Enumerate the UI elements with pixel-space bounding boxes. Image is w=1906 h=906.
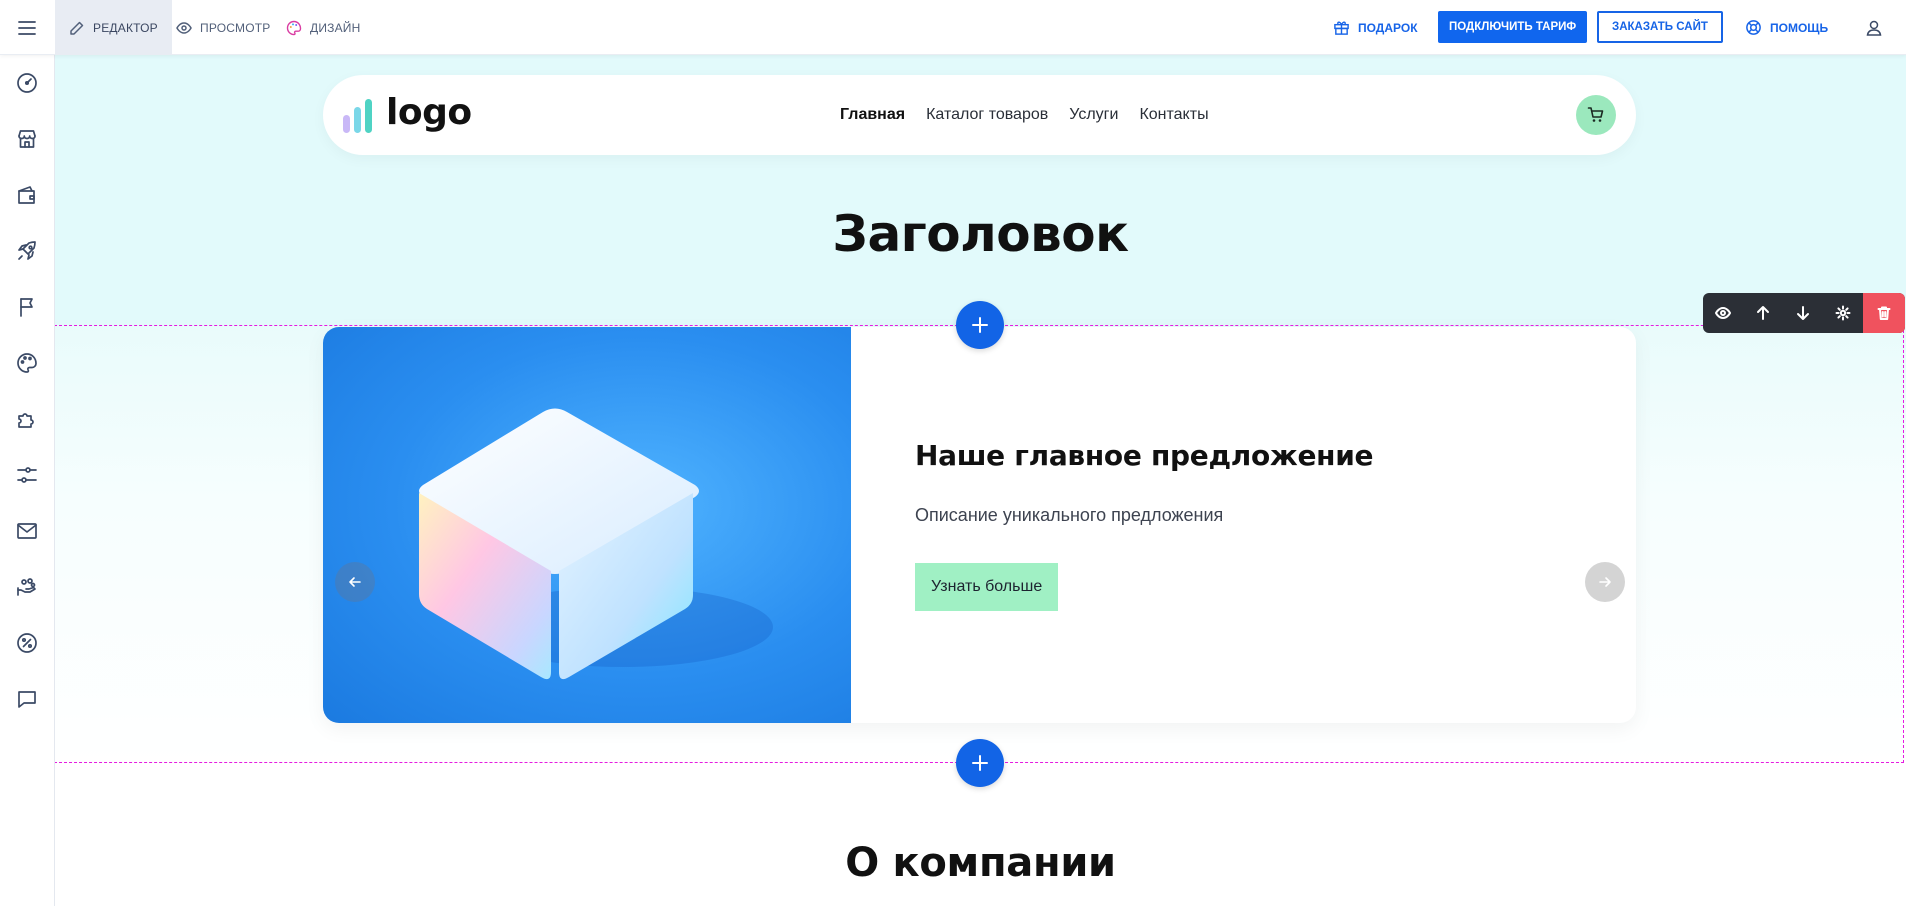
eye-icon xyxy=(176,21,192,34)
tab-preview-label: ПРОСМОТР xyxy=(200,20,271,35)
left-sidebar xyxy=(0,55,55,906)
trash-icon xyxy=(1877,306,1891,320)
sidebar-item-promotion[interactable] xyxy=(13,237,41,265)
dashboard-icon xyxy=(17,73,37,93)
site-header: logo Главная Каталог товаров Услуги Конт… xyxy=(323,75,1636,155)
tab-editor-label: РЕДАКТОР xyxy=(93,20,158,35)
plus-icon xyxy=(972,317,988,333)
hamburger-menu-button[interactable] xyxy=(0,0,54,55)
chat-icon xyxy=(18,691,36,708)
user-icon xyxy=(1866,20,1882,36)
slide-title[interactable]: Наше главное предложение xyxy=(915,439,1374,472)
logo-text: logo xyxy=(386,92,472,133)
sidebar-item-loyalty[interactable] xyxy=(13,573,41,601)
slider-card: Наше главное предложение Описание уникал… xyxy=(323,327,1636,723)
sidebar-item-wallet[interactable] xyxy=(13,181,41,209)
tab-design[interactable]: ДИЗАЙН xyxy=(272,0,375,55)
arrow-left-icon xyxy=(349,577,361,587)
account-button[interactable] xyxy=(1854,0,1894,55)
help-label: ПОМОЩЬ xyxy=(1770,20,1829,35)
cube-illustration xyxy=(419,408,773,680)
add-block-below-button[interactable] xyxy=(956,739,1004,787)
block-toolbar xyxy=(1703,293,1905,333)
puzzle-icon xyxy=(18,413,34,428)
plus-icon xyxy=(972,755,988,771)
slide-image[interactable] xyxy=(323,327,851,723)
connect-tariff-button[interactable]: ПОДКЛЮЧИТЬ ТАРИФ xyxy=(1438,11,1588,43)
gift-icon xyxy=(1334,21,1349,35)
editor-canvas: logo Главная Каталог товаров Услуги Конт… xyxy=(55,55,1906,906)
sidebar-item-chat[interactable] xyxy=(13,685,41,713)
sidebar-item-goals[interactable] xyxy=(13,293,41,321)
site-logo[interactable]: logo xyxy=(343,93,472,133)
tab-editor[interactable]: РЕДАКТОР xyxy=(55,0,172,55)
sidebar-item-mail[interactable] xyxy=(13,517,41,545)
slider-prev-button[interactable] xyxy=(335,562,375,602)
block-settings-button[interactable] xyxy=(1823,293,1863,333)
delete-block-button[interactable] xyxy=(1863,293,1905,333)
palette-icon xyxy=(286,20,302,35)
wallet-icon xyxy=(18,186,35,204)
sidebar-item-settings[interactable] xyxy=(13,461,41,489)
loyalty-icon xyxy=(17,578,36,596)
site-nav: Главная Каталог товаров Услуги Контакты xyxy=(840,75,1209,155)
move-up-button[interactable] xyxy=(1743,293,1783,333)
lifebuoy-icon xyxy=(1746,20,1761,35)
nav-item-services[interactable]: Услуги xyxy=(1069,106,1118,124)
hero-title[interactable]: Заголовок xyxy=(55,205,1906,263)
flag-icon xyxy=(20,298,33,317)
pencil-icon xyxy=(70,21,84,35)
sidebar-item-discounts[interactable] xyxy=(13,629,41,657)
rocket-icon xyxy=(18,241,36,260)
nav-item-contacts[interactable]: Контакты xyxy=(1139,106,1208,124)
gift-label: ПОДАРОК xyxy=(1358,20,1418,35)
sidebar-item-dashboard[interactable] xyxy=(13,69,41,97)
sidebar-item-design[interactable] xyxy=(13,349,41,377)
eye-icon xyxy=(1715,307,1731,319)
arrow-up-icon xyxy=(1757,306,1769,320)
mail-icon xyxy=(17,523,37,539)
learn-more-button[interactable]: Узнать больше xyxy=(915,563,1059,611)
arrow-down-icon xyxy=(1797,306,1809,320)
percent-icon xyxy=(17,633,37,653)
logo-mark-icon xyxy=(343,99,372,133)
add-block-above-button[interactable] xyxy=(956,301,1004,349)
sidebar-item-integrations[interactable] xyxy=(13,405,41,433)
nav-item-catalog[interactable]: Каталог товаров xyxy=(926,106,1048,124)
slider-next-button[interactable] xyxy=(1585,562,1625,602)
cart-icon xyxy=(1587,107,1604,122)
toggle-visibility-button[interactable] xyxy=(1703,293,1743,333)
move-down-button[interactable] xyxy=(1783,293,1823,333)
gear-icon xyxy=(1835,305,1851,321)
slide-description[interactable]: Описание уникального предложения xyxy=(915,505,1223,526)
top-toolbar: РЕДАКТОР ПРОСМОТР ДИЗАЙН ПОДАРОК ПОДКЛЮЧ… xyxy=(0,0,1906,55)
nav-item-home[interactable]: Главная xyxy=(840,106,905,124)
menu-icon xyxy=(18,20,36,35)
gift-link[interactable]: ПОДАРОК xyxy=(1333,0,1418,55)
arrow-right-icon xyxy=(1599,577,1611,587)
store-icon xyxy=(18,130,36,148)
palette-icon xyxy=(17,353,37,373)
cart-button[interactable] xyxy=(1576,95,1616,135)
tab-design-label: ДИЗАЙН xyxy=(310,20,361,35)
sidebar-item-store[interactable] xyxy=(13,125,41,153)
sliders-icon xyxy=(17,467,37,483)
order-site-button[interactable]: ЗАКАЗАТЬ САЙТ xyxy=(1597,11,1723,43)
about-section-title[interactable]: О компании xyxy=(55,840,1906,886)
tab-preview[interactable]: ПРОСМОТР xyxy=(162,0,285,55)
help-link[interactable]: ПОМОЩЬ xyxy=(1745,0,1828,55)
